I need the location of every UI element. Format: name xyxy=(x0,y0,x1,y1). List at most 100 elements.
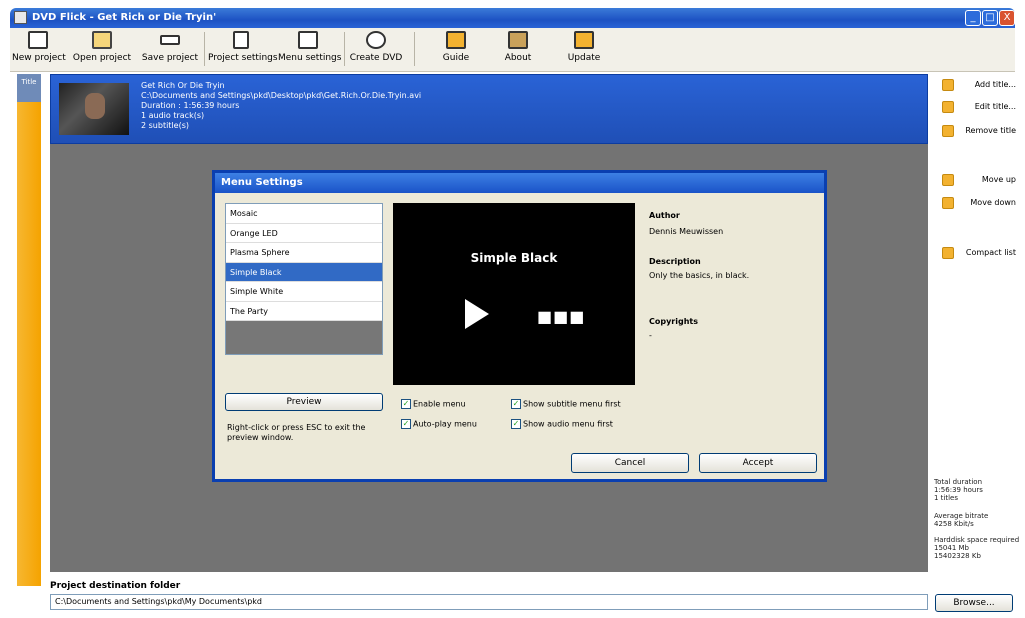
open-project-label: Open project xyxy=(72,53,132,63)
save-icon xyxy=(160,35,180,45)
title-duration: Duration : 1:56:39 hours xyxy=(141,101,240,110)
about-button[interactable]: About xyxy=(500,31,536,69)
guide-icon xyxy=(446,31,466,49)
project-settings-icon xyxy=(233,31,249,49)
title-path: C:\Documents and Settings\pkd\Desktop\pk… xyxy=(141,91,422,100)
play-icon xyxy=(465,299,489,329)
harddisk-kb: 15402328 Kb xyxy=(934,552,981,560)
move-up-label: Move up xyxy=(981,175,1016,184)
move-down-label: Move down xyxy=(970,198,1016,207)
subtitle-menu-first-checkbox[interactable]: ✓ Show subtitle menu first xyxy=(511,399,621,409)
title-thumbnail xyxy=(59,83,129,135)
new-project-button[interactable]: New project xyxy=(12,31,66,69)
menu-settings-icon xyxy=(298,31,318,49)
cancel-button[interactable]: Cancel xyxy=(571,453,689,473)
move-up-button[interactable]: Move up xyxy=(942,173,1020,187)
audio-menu-first-checkbox[interactable]: ✓ Show audio menu first xyxy=(511,419,613,429)
about-icon xyxy=(508,31,528,49)
description-label: Description xyxy=(649,257,701,266)
total-duration-label: Total duration xyxy=(934,478,983,486)
title-strip: Title xyxy=(17,74,41,586)
move-up-icon xyxy=(942,174,954,186)
open-project-button[interactable]: Open project xyxy=(72,31,132,69)
preview-hint: Right-click or press ESC to exit the pre… xyxy=(227,423,366,442)
title-name: Get Rich Or Die Tryin xyxy=(141,81,225,90)
minimize-button[interactable]: _ xyxy=(965,10,981,26)
menu-list-item[interactable]: Mosaic xyxy=(226,204,382,224)
dialog-title: Menu Settings xyxy=(215,173,824,193)
autoplay-menu-label: Auto-play menu xyxy=(413,419,477,429)
guide-label: Guide xyxy=(442,53,470,63)
menu-list-item[interactable]: Orange LED xyxy=(226,223,382,243)
menu-settings-button[interactable]: Menu settings xyxy=(278,31,342,69)
bitrate-label: Average bitrate xyxy=(934,512,989,520)
remove-title-label: Remove title xyxy=(965,126,1016,135)
window-title: DVD Flick - Get Rich or Die Tryin' xyxy=(32,12,217,23)
menu-settings-dialog: Menu Settings Mosaic Orange LED Plasma S… xyxy=(212,170,827,482)
menu-list-item[interactable]: Plasma Sphere xyxy=(226,243,382,263)
title-subtitles: 2 subtitle(s) xyxy=(141,121,189,130)
app-icon xyxy=(14,11,27,24)
total-duration-stat: Total duration 1:56:39 hours 1 titles xyxy=(934,478,983,502)
window-titlebar: DVD Flick - Get Rich or Die Tryin' _ □ X xyxy=(10,8,1015,28)
subtitle-menu-first-label: Show subtitle menu first xyxy=(523,399,621,409)
remove-title-button[interactable]: Remove title xyxy=(942,124,1020,138)
accept-button[interactable]: Accept xyxy=(699,453,817,473)
save-project-label: Save project xyxy=(141,53,199,63)
compact-list-label: Compact list xyxy=(965,248,1016,257)
description-value: Only the basics, in black. xyxy=(649,271,750,280)
harddisk-label: Harddisk space required xyxy=(934,536,1020,544)
menu-list-item-selected[interactable]: Simple Black xyxy=(226,262,382,282)
toolbar-separator xyxy=(204,32,205,66)
title-list-item[interactable]: Get Rich Or Die Tryin C:\Documents and S… xyxy=(50,74,928,144)
edit-title-label: Edit title... xyxy=(974,102,1016,111)
toolbar-separator xyxy=(344,32,345,66)
menu-preview: Simple Black ■■■ xyxy=(393,203,635,385)
new-project-label: New project xyxy=(12,53,66,63)
more-icon: ■■■ xyxy=(537,307,586,326)
update-icon xyxy=(574,31,594,49)
titles-count: 1 titles xyxy=(934,494,959,502)
remove-title-icon xyxy=(942,125,954,137)
audio-menu-first-label: Show audio menu first xyxy=(523,419,613,429)
preview-button[interactable]: Preview xyxy=(225,393,383,411)
menu-list-item[interactable]: The Party xyxy=(226,301,382,321)
edit-title-icon xyxy=(942,101,954,113)
new-project-icon xyxy=(28,31,48,49)
destination-folder-input[interactable]: C:\Documents and Settings\pkd\My Documen… xyxy=(50,594,928,610)
bitrate-stat: Average bitrate 4258 Kbit/s xyxy=(934,512,988,528)
maximize-button[interactable]: □ xyxy=(982,10,998,26)
preview-title: Simple Black xyxy=(470,251,558,265)
title-audio-tracks: 1 audio track(s) xyxy=(141,111,205,120)
compact-list-icon xyxy=(942,247,954,259)
checkbox-checked-icon: ✓ xyxy=(401,399,411,409)
menu-settings-label: Menu settings xyxy=(278,53,342,63)
compact-list-button[interactable]: Compact list xyxy=(942,246,1020,260)
add-title-icon xyxy=(942,79,954,91)
save-project-button[interactable]: Save project xyxy=(140,31,200,69)
bitrate-value: 4258 Kbit/s xyxy=(934,520,974,528)
create-dvd-button[interactable]: Create DVD xyxy=(348,31,404,69)
checkbox-checked-icon: ✓ xyxy=(511,419,521,429)
autoplay-menu-checkbox[interactable]: ✓ Auto-play menu xyxy=(401,419,477,429)
add-title-label: Add title... xyxy=(974,80,1016,89)
author-label: Author xyxy=(649,211,680,220)
move-down-button[interactable]: Move down xyxy=(942,196,1020,210)
move-down-icon xyxy=(942,197,954,209)
right-panel: Add title... Edit title... Remove title … xyxy=(930,74,1022,586)
menu-list-item[interactable]: Simple White xyxy=(226,282,382,302)
update-button[interactable]: Update xyxy=(564,31,604,69)
harddisk-mb: 15041 Mb xyxy=(934,544,969,552)
title-tag: Title xyxy=(17,74,41,102)
harddisk-stat: Harddisk space required 15041 Mb 1540232… xyxy=(934,536,1019,560)
menu-list[interactable]: Mosaic Orange LED Plasma Sphere Simple B… xyxy=(225,203,383,355)
add-title-button[interactable]: Add title... xyxy=(942,78,1020,92)
toolbar: New project Open project Save project Pr… xyxy=(10,28,1015,72)
create-dvd-icon xyxy=(366,31,386,49)
guide-button[interactable]: Guide xyxy=(438,31,474,69)
close-button[interactable]: X xyxy=(999,10,1015,26)
project-settings-button[interactable]: Project settings xyxy=(208,31,278,69)
enable-menu-checkbox[interactable]: ✓ Enable menu xyxy=(401,399,466,409)
edit-title-button[interactable]: Edit title... xyxy=(942,100,1020,114)
browse-button[interactable]: Browse... xyxy=(935,594,1013,612)
